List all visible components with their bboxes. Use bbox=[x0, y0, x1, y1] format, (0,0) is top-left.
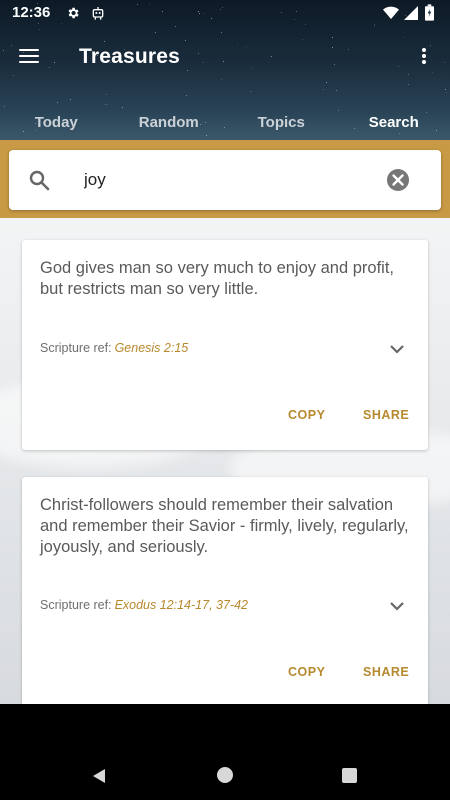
scripture-ref-link[interactable]: Exodus 12:14-17, 37-42 bbox=[115, 598, 248, 612]
share-button[interactable]: SHARE bbox=[363, 408, 409, 422]
copy-button[interactable]: COPY bbox=[288, 408, 325, 422]
copy-button[interactable]: COPY bbox=[288, 665, 325, 679]
search-band bbox=[0, 140, 450, 218]
scripture-ref: Scripture ref: Exodus 12:14-17, 37-42 bbox=[40, 598, 248, 612]
wifi-icon bbox=[383, 6, 399, 19]
more-vert-icon[interactable] bbox=[414, 46, 434, 70]
hamburger-menu-icon[interactable] bbox=[18, 46, 42, 70]
star-dot bbox=[445, 88, 447, 90]
star-dot bbox=[249, 91, 251, 93]
result-card: God gives man so very much to enjoy and … bbox=[22, 240, 428, 450]
tab-today[interactable]: Today bbox=[0, 100, 113, 140]
scripture-ref-link[interactable]: Genesis 2:15 bbox=[115, 341, 189, 355]
quote-text: God gives man so very much to enjoy and … bbox=[40, 259, 395, 298]
star-dot bbox=[322, 89, 324, 91]
clear-circle-icon[interactable] bbox=[385, 167, 411, 193]
scripture-ref-label: Scripture ref: bbox=[40, 598, 112, 612]
result-card: Christ-followers should remember their s… bbox=[22, 477, 428, 704]
star-dot bbox=[105, 94, 107, 96]
toolbar: Treasures bbox=[0, 30, 450, 86]
home-icon[interactable] bbox=[217, 767, 233, 783]
star-dot bbox=[336, 89, 338, 91]
status-time: 12:36 bbox=[12, 4, 51, 21]
search-input[interactable] bbox=[84, 165, 364, 195]
recents-icon[interactable] bbox=[342, 768, 357, 783]
scripture-ref-label: Scripture ref: bbox=[40, 341, 112, 355]
tab-topics[interactable]: Topics bbox=[225, 100, 338, 140]
back-icon[interactable] bbox=[90, 767, 108, 785]
app-title: Treasures bbox=[79, 45, 181, 68]
star-dot bbox=[445, 92, 447, 94]
chevron-down-icon[interactable] bbox=[388, 343, 406, 355]
signal-icon bbox=[404, 6, 418, 20]
tab-search[interactable]: Search bbox=[338, 100, 450, 140]
star-dot bbox=[185, 95, 187, 97]
share-button[interactable]: SHARE bbox=[363, 665, 409, 679]
battery-icon bbox=[425, 4, 434, 21]
quote-text: Christ-followers should remember their s… bbox=[40, 496, 409, 556]
tab-random[interactable]: Random bbox=[113, 100, 226, 140]
tab-bar: Today Random Topics Search bbox=[0, 100, 450, 140]
system-nav-bar bbox=[0, 704, 450, 800]
results-list[interactable]: God gives man so very much to enjoy and … bbox=[0, 218, 450, 704]
status-bar: 12:36 bbox=[0, 0, 450, 26]
gear-icon bbox=[68, 7, 79, 19]
search-box bbox=[9, 150, 441, 210]
app-header: 12:36 Treasures Today Random Topics Sear… bbox=[0, 0, 450, 140]
chevron-down-icon[interactable] bbox=[388, 600, 406, 612]
robot-icon bbox=[92, 7, 104, 20]
scripture-ref: Scripture ref: Genesis 2:15 bbox=[40, 341, 188, 355]
search-icon bbox=[29, 170, 50, 191]
